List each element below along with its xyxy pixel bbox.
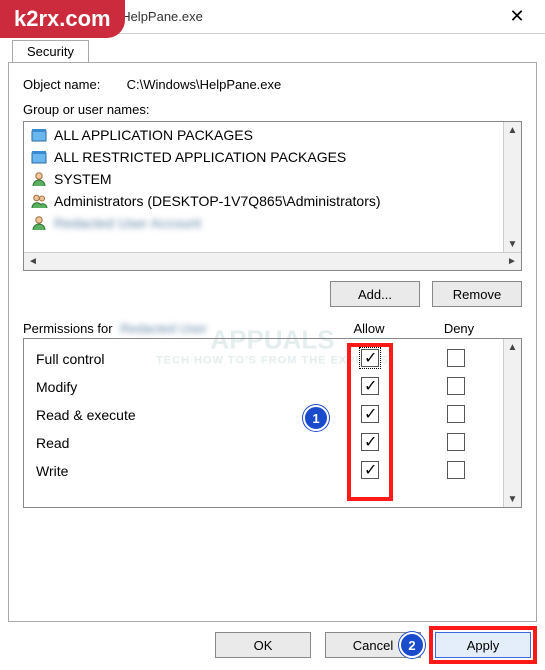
scroll-down-icon[interactable]: ▼ [504, 491, 521, 507]
package-icon [30, 148, 48, 166]
deny-checkbox[interactable] [447, 433, 465, 451]
user-icon [30, 214, 48, 232]
close-button[interactable]: ✕ [495, 0, 539, 34]
groups-listbox[interactable]: ALL APPLICATION PACKAGES ALL RESTRICTED A… [23, 121, 522, 271]
permission-row: Write [28, 457, 499, 485]
permission-row: Read [28, 429, 499, 457]
permissions-header: Permissions for Redacted User Allow Deny [23, 321, 522, 336]
package-icon [30, 126, 48, 144]
permissions-for-label: Permissions for [23, 321, 113, 336]
group-item[interactable]: Redacted User Account [26, 212, 519, 234]
allow-checkbox[interactable] [361, 461, 379, 479]
permissions-vscrollbar[interactable]: ▲ ▼ [503, 339, 521, 507]
scroll-left-icon[interactable]: ◄ [24, 254, 42, 270]
allow-checkbox[interactable] [361, 433, 379, 451]
scroll-up-icon[interactable]: ▲ [504, 339, 521, 355]
group-item-label: Redacted User Account [54, 215, 201, 231]
group-item[interactable]: Administrators (DESKTOP-1V7Q865\Administ… [26, 190, 519, 212]
permission-name: Read [28, 435, 327, 451]
annotation-badge-1: 1 [305, 407, 327, 429]
group-item[interactable]: SYSTEM [26, 168, 519, 190]
annotation-badge-2: 2 [401, 634, 423, 656]
tab-security[interactable]: Security [12, 40, 89, 62]
tab-panel-security: APPUALS TECH HOW TO'S FROM THE EXPERTS O… [8, 62, 537, 622]
site-watermark: k2rx.com [0, 0, 125, 38]
users-icon [30, 192, 48, 210]
groups-vscrollbar[interactable]: ▲ ▼ [503, 122, 521, 252]
group-item[interactable]: ALL RESTRICTED APPLICATION PACKAGES [26, 146, 519, 168]
permission-row: Full control [28, 345, 499, 373]
dialog-button-row: OK Cancel 2 Apply [0, 622, 545, 668]
group-item-label: ALL APPLICATION PACKAGES [54, 127, 253, 143]
allow-checkbox[interactable] [361, 349, 379, 367]
permissions-for-user: Redacted User [120, 321, 207, 336]
groups-label: Group or user names: [23, 102, 149, 117]
permission-name: Full control [28, 351, 327, 367]
allow-checkbox[interactable] [361, 405, 379, 423]
deny-checkbox[interactable] [447, 405, 465, 423]
deny-checkbox[interactable] [447, 349, 465, 367]
scroll-up-icon[interactable]: ▲ [504, 122, 521, 138]
apply-button[interactable]: Apply [435, 632, 531, 658]
deny-checkbox[interactable] [447, 461, 465, 479]
allow-checkbox[interactable] [361, 377, 379, 395]
permissions-table: 1 Full control Modify Read & execute Read Wr… [23, 338, 522, 508]
permission-name: Modify [28, 379, 327, 395]
user-icon [30, 170, 48, 188]
groups-hscrollbar[interactable]: ◄ ► [24, 252, 521, 270]
scroll-right-icon[interactable]: ► [503, 254, 521, 270]
object-name-value: C:\Windows\HelpPane.exe [127, 77, 282, 92]
permission-name: Write [28, 463, 327, 479]
col-header-deny: Deny [414, 321, 504, 336]
group-item-label: Administrators (DESKTOP-1V7Q865\Administ… [54, 193, 381, 209]
permission-row: Modify [28, 373, 499, 401]
scroll-down-icon[interactable]: ▼ [504, 236, 521, 252]
permission-row: Read & execute [28, 401, 499, 429]
object-name-row: Object name: C:\Windows\HelpPane.exe [23, 77, 522, 92]
tab-strip: Security [0, 34, 545, 62]
ok-button[interactable]: OK [215, 632, 311, 658]
col-header-allow: Allow [324, 321, 414, 336]
object-name-label: Object name: [23, 77, 123, 92]
group-item-label: ALL RESTRICTED APPLICATION PACKAGES [54, 149, 346, 165]
group-buttons-row: Add... Remove [23, 281, 522, 307]
deny-checkbox[interactable] [447, 377, 465, 395]
permission-name: Read & execute [28, 407, 327, 423]
remove-button[interactable]: Remove [432, 281, 522, 307]
add-button[interactable]: Add... [330, 281, 420, 307]
group-item[interactable]: ALL APPLICATION PACKAGES [26, 124, 519, 146]
group-item-label: SYSTEM [54, 171, 112, 187]
